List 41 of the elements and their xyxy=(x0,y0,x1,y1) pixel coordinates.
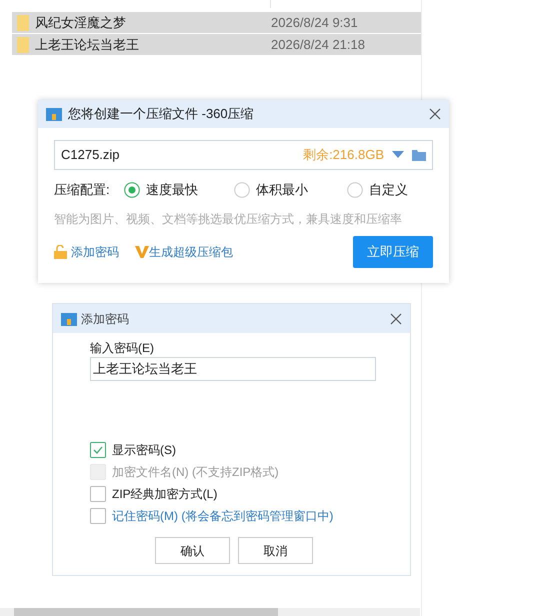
modified-date: 2026/8/24 21:18 xyxy=(271,36,365,54)
dropdown-icon[interactable] xyxy=(392,151,404,159)
checkbox-option[interactable]: 记住密码(M) (将会备忘到密码管理窗口中) xyxy=(90,507,410,525)
window-title: 您将创建一个压缩文件 -360压缩 xyxy=(68,105,255,124)
file-name: 风纪女淫魔之梦 xyxy=(35,14,127,32)
config-label: 压缩配置: xyxy=(54,181,111,200)
checkbox-icon[interactable] xyxy=(90,486,106,502)
password-field[interactable]: 上老王论坛当老王 xyxy=(90,357,376,381)
cancel-button[interactable]: 取消 xyxy=(238,537,313,564)
radio-option[interactable]: 自定义 xyxy=(347,180,433,200)
checkbox-option[interactable]: 显示密码(S) xyxy=(90,441,410,459)
folder-icon[interactable] xyxy=(412,149,426,161)
close-icon[interactable] xyxy=(429,108,441,120)
hint-text: 智能为图片、视频、文档等挑选最优压缩方式，兼具速度和压缩率 xyxy=(54,211,403,228)
modified-date: 2026/8/24 9:31 xyxy=(271,14,358,32)
radio-icon[interactable] xyxy=(234,182,250,198)
confirm-button[interactable]: 确认 xyxy=(155,537,230,564)
free-space-label: 剩余:216.8GB xyxy=(303,146,384,164)
folder-icon xyxy=(17,14,29,30)
super-package-link[interactable]: 生成超级压缩包 xyxy=(149,243,233,261)
radio-option[interactable]: 体积最小 xyxy=(234,180,347,200)
file-row[interactable]: 风纪女淫魔之梦 2026/8/24 9:31 xyxy=(12,12,421,33)
add-password-link[interactable]: 添加密码 xyxy=(71,243,119,261)
folder-icon xyxy=(17,36,29,52)
checkbox-option[interactable]: ZIP经典加密方式(L) xyxy=(90,485,410,503)
radio-icon[interactable] xyxy=(347,182,363,198)
radio-icon[interactable] xyxy=(124,182,140,198)
file-name-field[interactable]: C1275.zip 剩余:216.8GB xyxy=(54,140,433,170)
v-icon xyxy=(135,245,149,259)
file-row[interactable]: 上老王论坛当老王 2026/8/24 21:18 xyxy=(12,34,421,55)
checkbox-icon[interactable] xyxy=(90,508,106,524)
radio-option[interactable]: 速度最快 xyxy=(124,180,234,200)
archive-icon xyxy=(61,310,77,326)
window-title: 添加密码 xyxy=(81,310,130,328)
close-icon[interactable] xyxy=(390,312,402,324)
scrollbar[interactable] xyxy=(0,608,420,616)
lock-icon xyxy=(54,245,67,259)
checkbox-icon[interactable] xyxy=(90,442,106,458)
file-name: 上老王论坛当老王 xyxy=(35,36,140,54)
archive-icon xyxy=(46,106,62,122)
field-label: 输入密码(E) xyxy=(90,340,155,357)
